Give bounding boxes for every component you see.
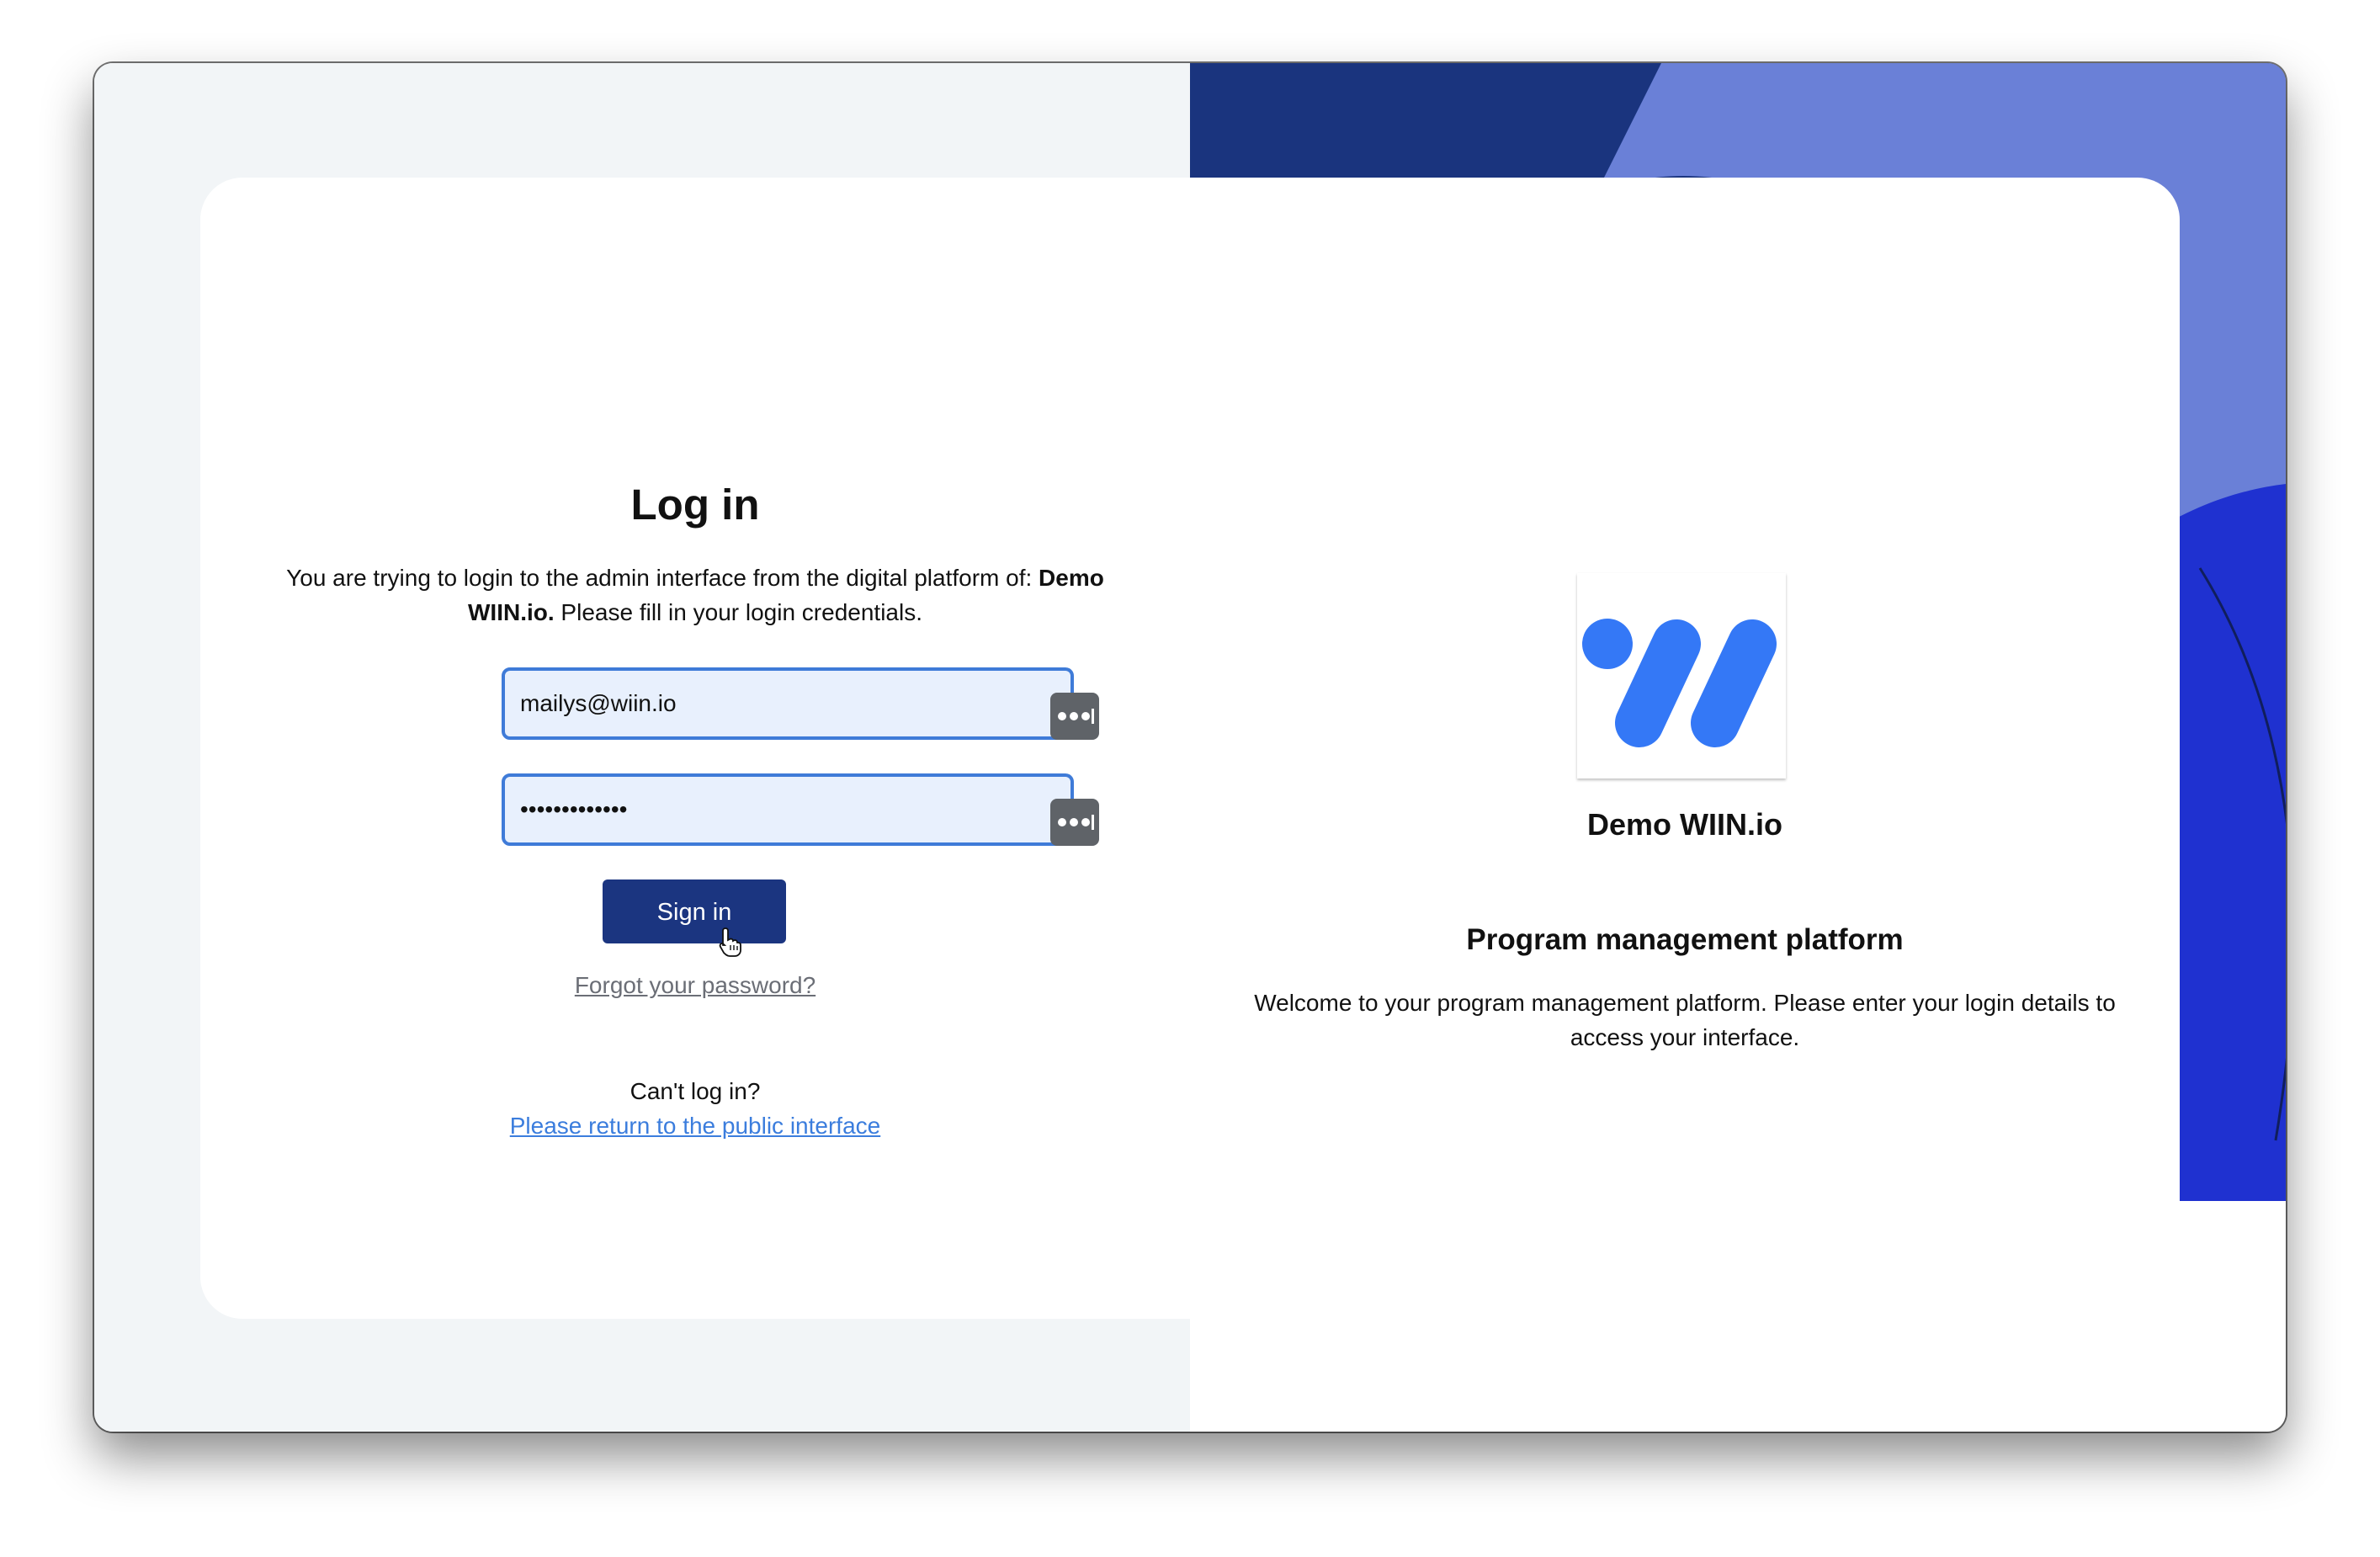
browser-window: Log in You are trying to login to the ad… xyxy=(94,63,2286,1432)
email-field-wrapper xyxy=(502,667,1074,740)
sign-in-button[interactable]: Sign in xyxy=(603,879,786,943)
password-manager-key-icon[interactable] xyxy=(1050,693,1099,740)
wiin-logo-icon xyxy=(1582,619,1777,747)
organization-logo xyxy=(1577,573,1786,778)
public-interface-link[interactable]: Please return to the public interface xyxy=(200,1113,1190,1140)
password-field-wrapper xyxy=(502,773,1074,846)
forgot-password-link[interactable]: Forgot your password? xyxy=(200,972,1190,999)
login-title: Log in xyxy=(630,481,760,529)
organization-name: Demo WIIN.io xyxy=(1587,807,1782,842)
password-manager-key-icon[interactable] xyxy=(1050,799,1099,846)
email-field[interactable] xyxy=(505,671,1070,736)
login-description-prefix: You are trying to login to the admin int… xyxy=(286,565,1039,591)
hand-pointer-cursor-icon xyxy=(719,927,742,957)
login-description: You are trying to login to the admin int… xyxy=(251,561,1140,630)
platform-title: Program management platform xyxy=(1466,923,1904,956)
login-card: Log in You are trying to login to the ad… xyxy=(200,178,2180,1319)
cant-login-label: Can't log in? xyxy=(630,1078,761,1104)
platform-description: Welcome to your program management platf… xyxy=(1254,990,2116,1050)
password-field[interactable] xyxy=(505,777,1070,842)
login-description-suffix: Please fill in your login credentials. xyxy=(554,599,922,625)
